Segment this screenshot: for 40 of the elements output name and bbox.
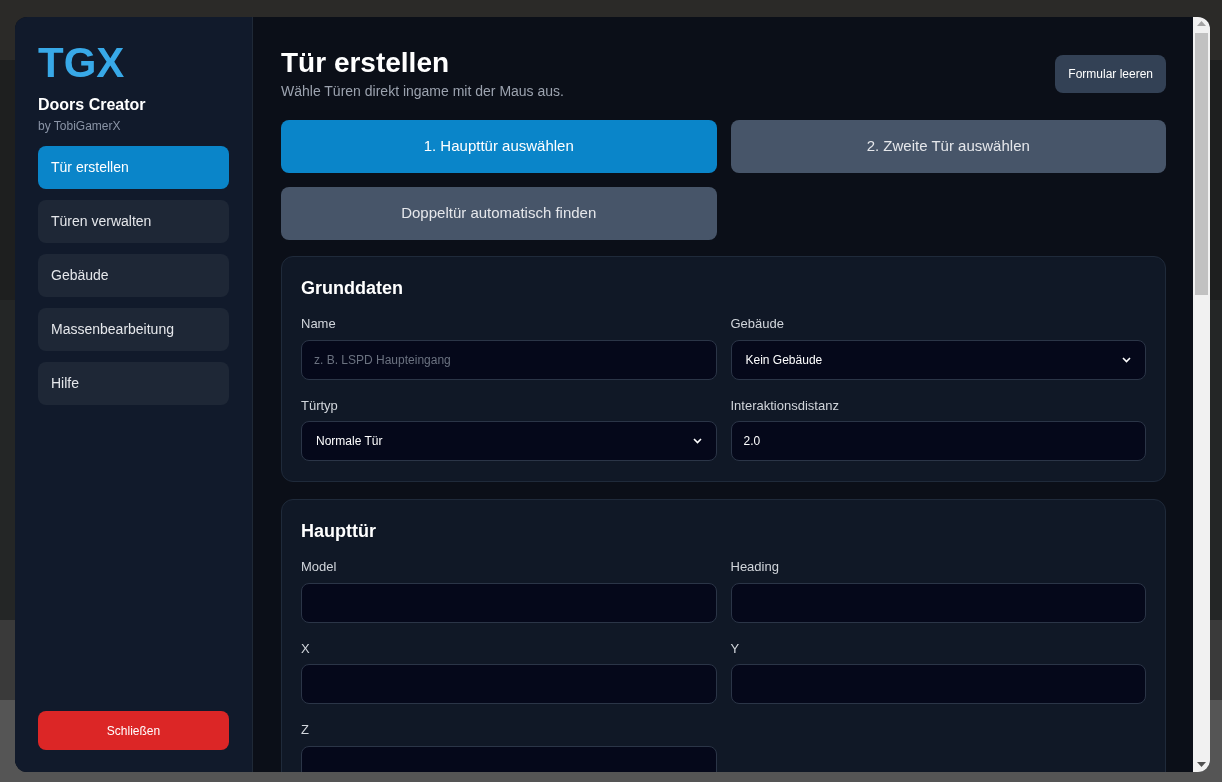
section-title: Haupttür xyxy=(301,520,377,543)
sidebar-item[interactable]: Türen verwalten xyxy=(38,200,229,243)
close-button[interactable]: Schließen xyxy=(38,711,229,750)
input-field[interactable] xyxy=(301,664,717,704)
select-field[interactable]: Normale Tür xyxy=(301,421,717,461)
scroll-down-icon[interactable] xyxy=(1197,762,1206,768)
sidebar-item[interactable]: Gebäude xyxy=(38,254,229,297)
field-label: Gebäude xyxy=(730,315,784,333)
input-field[interactable] xyxy=(301,582,717,623)
field-label: Z xyxy=(301,721,309,739)
field-label: Y xyxy=(730,639,740,658)
section-title: Grunddaten xyxy=(301,277,404,300)
scrollbar[interactable] xyxy=(1193,17,1210,772)
select-field[interactable]: Kein Gebäude xyxy=(730,339,1146,380)
sidebar-item[interactable]: Massenbearbeitung xyxy=(38,308,229,351)
logo: TGX xyxy=(38,41,125,85)
app-name: Doors Creator xyxy=(38,95,146,115)
input-field[interactable]: z. B. LSPD Haupteingang xyxy=(301,339,717,380)
field-label: Model xyxy=(301,558,337,576)
author-text: by TobiGamerX xyxy=(38,118,121,135)
field-label: Türtyp xyxy=(301,396,338,415)
scroll-up-icon[interactable] xyxy=(1197,21,1206,27)
field-label: Interaktionsdistanz xyxy=(730,396,839,415)
scrollbar-thumb[interactable] xyxy=(1195,33,1208,295)
clear-form-button[interactable]: Formular leeren xyxy=(1055,55,1166,93)
sidebar-item[interactable]: Hilfe xyxy=(38,362,229,405)
input-field[interactable] xyxy=(730,582,1146,623)
action-button[interactable]: 2. Zweite Tür auswählen xyxy=(730,120,1166,173)
page-title: Tür erstellen xyxy=(281,47,451,79)
action-button[interactable]: Doppeltür automatisch finden xyxy=(281,187,717,240)
field-label: X xyxy=(301,639,310,658)
page-subtitle: Wähle Türen direkt ingame mit der Maus aus. xyxy=(281,82,564,101)
chevron-down-icon xyxy=(692,438,702,444)
sidebar-item[interactable]: Tür erstellen xyxy=(38,146,229,189)
field-label: Name xyxy=(301,315,336,333)
input-field[interactable]: 2.0 xyxy=(730,421,1146,461)
action-button[interactable]: 1. Haupttür auswählen xyxy=(281,120,717,173)
input-field[interactable] xyxy=(730,664,1146,704)
chevron-down-icon xyxy=(1122,356,1131,363)
field-label: Heading xyxy=(730,558,779,576)
